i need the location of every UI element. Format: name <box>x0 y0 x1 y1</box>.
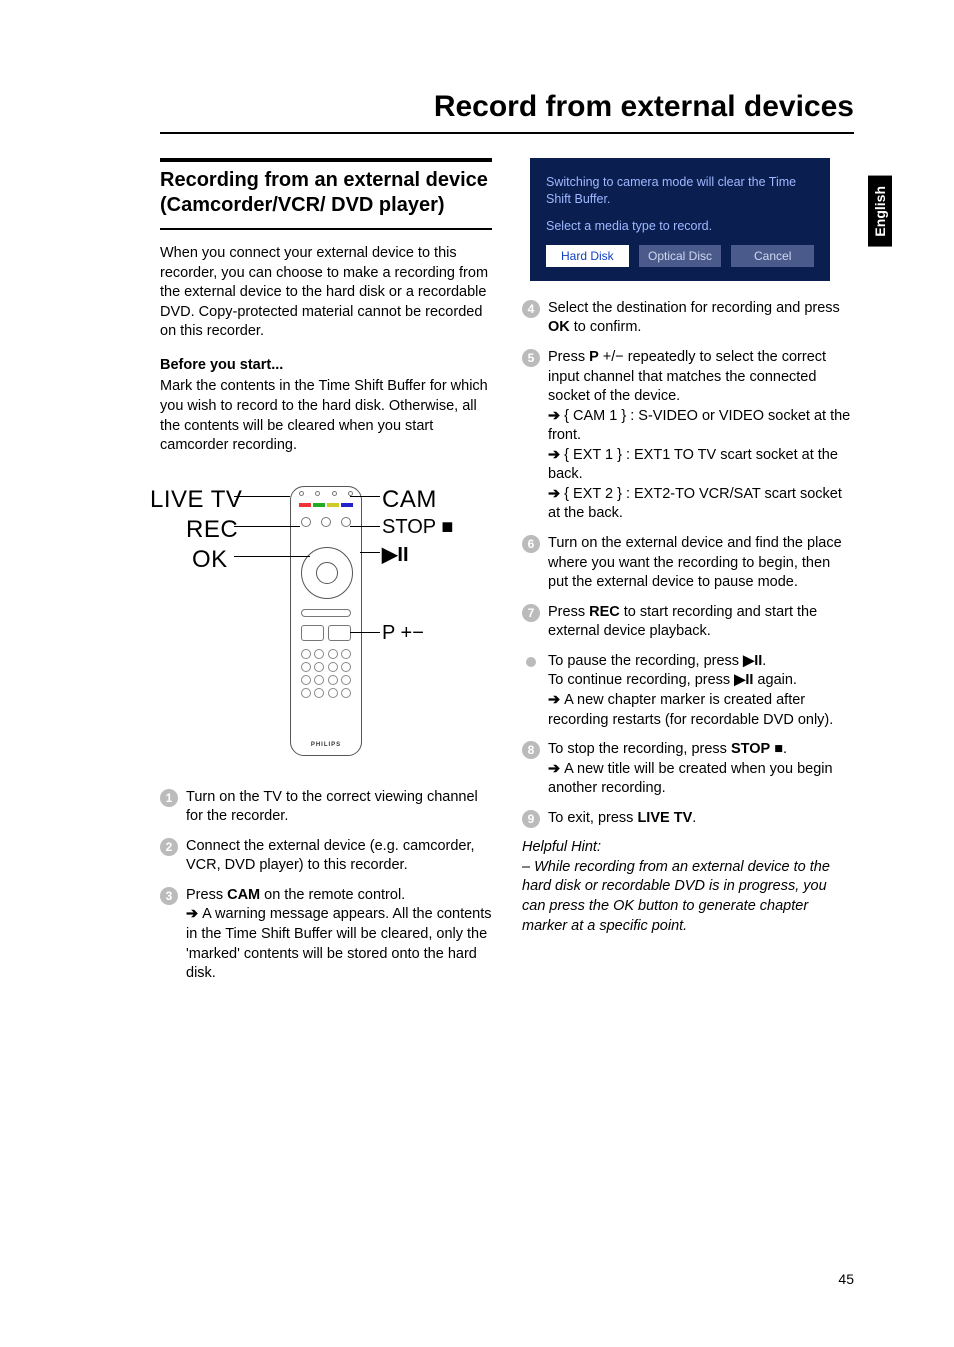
s8arrow: A new title will be created when you beg… <box>548 761 833 797</box>
step-8-text: To stop the recording, press STOP ■. ➔A … <box>548 740 854 799</box>
arrow-icon: ➔ <box>548 407 560 427</box>
language-tab: English <box>868 176 892 247</box>
step-number-icon: 8 <box>522 741 540 759</box>
helpful-hint-heading: Helpful Hint: <box>522 838 854 858</box>
remote-logo: PHILIPS <box>291 741 361 749</box>
dialog-cancel-button[interactable]: Cancel <box>731 245 814 267</box>
step-number-icon: 4 <box>522 300 540 318</box>
s8a: To stop the recording, press <box>548 741 731 757</box>
s9a: To exit, press <box>548 810 637 826</box>
page-number: 45 <box>838 1271 854 1287</box>
bpp2: ▶II <box>734 672 753 688</box>
s4ok: OK <box>548 319 570 335</box>
step-number-icon: 6 <box>522 535 540 553</box>
step-number-icon: 9 <box>522 810 540 828</box>
dialog-line-1: Switching to camera mode will clear the … <box>546 174 814 208</box>
section-heading: Recording from an external device (Camco… <box>160 158 492 230</box>
helpful-hint-body: – While recording from an external devic… <box>522 858 854 936</box>
step-2-text: Connect the external device (e.g. camcor… <box>186 837 492 876</box>
s7rec: REC <box>589 604 620 620</box>
step-9: 9 To exit, press LIVE TV. <box>522 809 854 829</box>
bb: . <box>762 653 766 669</box>
step-9-text: To exit, press LIVE TV. <box>548 809 696 829</box>
dialog-line-2: Select a media type to record. <box>546 218 814 235</box>
bc: To continue recording, press <box>548 672 734 688</box>
intro-paragraph: When you connect your external device to… <box>160 244 492 342</box>
label-p-plus-minus: P +− <box>382 620 424 647</box>
s5a: Press <box>548 349 589 365</box>
s5ext1: { EXT 1 } : EXT1 TO TV scart socket at t… <box>548 447 838 483</box>
s4b: to confirm. <box>570 319 642 335</box>
s9b: . <box>692 810 696 826</box>
step-1: 1 Turn on the TV to the correct viewing … <box>160 788 492 827</box>
s5ext2: { EXT 2 } : EXT2-TO VCR/SAT scart socket… <box>548 486 842 522</box>
label-live-tv: LIVE TV <box>150 484 242 516</box>
step-7: 7 Press REC to start recording and start… <box>522 603 854 642</box>
arrow-icon: ➔ <box>548 691 560 711</box>
step-7-text: Press REC to start recording and start t… <box>548 603 854 642</box>
page-title: Record from external devices <box>160 90 854 134</box>
step-3: 3 Press CAM on the remote control. ➔A wa… <box>160 886 492 984</box>
label-playpause: ▶II <box>382 542 409 569</box>
step-6: 6 Turn on the external device and find t… <box>522 534 854 593</box>
s5cam1: { CAM 1 } : S-VIDEO or VIDEO socket at t… <box>548 408 850 444</box>
s4a: Select the destination for recording and… <box>548 300 840 316</box>
label-ok: OK <box>192 544 228 576</box>
step-3-text: Press CAM on the remote control. ➔A warn… <box>186 886 492 984</box>
dialog-hard-disk-button[interactable]: Hard Disk <box>546 245 629 267</box>
right-column: Switching to camera mode will clear the … <box>522 158 854 994</box>
arrow-icon: ➔ <box>186 905 198 925</box>
pause-bullet: To pause the recording, press ▶II. To co… <box>522 652 854 730</box>
step-8: 8 To stop the recording, press STOP ■. ➔… <box>522 740 854 799</box>
bpp1: ▶II <box>743 653 762 669</box>
step-3-cam: CAM <box>227 887 260 903</box>
remote-illustration: PHILIPS LIVE TV REC OK CAM STOP ■ ▶II P … <box>150 470 480 770</box>
step-number-icon: 2 <box>160 838 178 856</box>
pause-bullet-text: To pause the recording, press ▶II. To co… <box>548 652 854 730</box>
bullet-icon <box>526 657 536 667</box>
ba: To pause the recording, press <box>548 653 743 669</box>
dialog-optical-disc-button[interactable]: Optical Disc <box>639 245 722 267</box>
s8stop: STOP <box>731 741 770 757</box>
step-4: 4 Select the destination for recording a… <box>522 299 854 338</box>
step-number-icon: 3 <box>160 887 178 905</box>
before-you-start-label: Before you start... <box>160 356 492 376</box>
arrow-icon: ➔ <box>548 446 560 466</box>
label-stop: STOP ■ <box>382 514 453 541</box>
s9live: LIVE TV <box>637 810 692 826</box>
step-5: 5 Press P +/− repeatedly to select the c… <box>522 348 854 524</box>
barrow: A new chapter marker is created after re… <box>548 692 833 728</box>
warning-dialog: Switching to camera mode will clear the … <box>530 158 830 281</box>
left-column: Recording from an external device (Camco… <box>160 158 492 994</box>
step-5-text: Press P +/− repeatedly to select the cor… <box>548 348 854 524</box>
step-2: 2 Connect the external device (e.g. camc… <box>160 837 492 876</box>
step-4-text: Select the destination for recording and… <box>548 299 854 338</box>
step-number-icon: 5 <box>522 349 540 367</box>
step-1-text: Turn on the TV to the correct viewing ch… <box>186 788 492 827</box>
step-number-icon: 1 <box>160 789 178 807</box>
s7a: Press <box>548 604 589 620</box>
step-3-arrow-text: A warning message appears. All the conte… <box>186 906 492 981</box>
label-cam: CAM <box>382 484 437 516</box>
arrow-icon: ➔ <box>548 760 560 780</box>
step-number-icon: 7 <box>522 604 540 622</box>
bd: again. <box>753 672 797 688</box>
nav-ring-icon <box>301 547 353 599</box>
s5p: P <box>589 349 599 365</box>
step-3-a: Press <box>186 887 227 903</box>
label-rec: REC <box>186 514 238 546</box>
step-6-text: Turn on the external device and find the… <box>548 534 854 593</box>
s8b: ■. <box>770 741 787 757</box>
before-you-start-text: Mark the contents in the Time Shift Buff… <box>160 377 492 455</box>
arrow-icon: ➔ <box>548 485 560 505</box>
step-3-b: on the remote control. <box>260 887 405 903</box>
